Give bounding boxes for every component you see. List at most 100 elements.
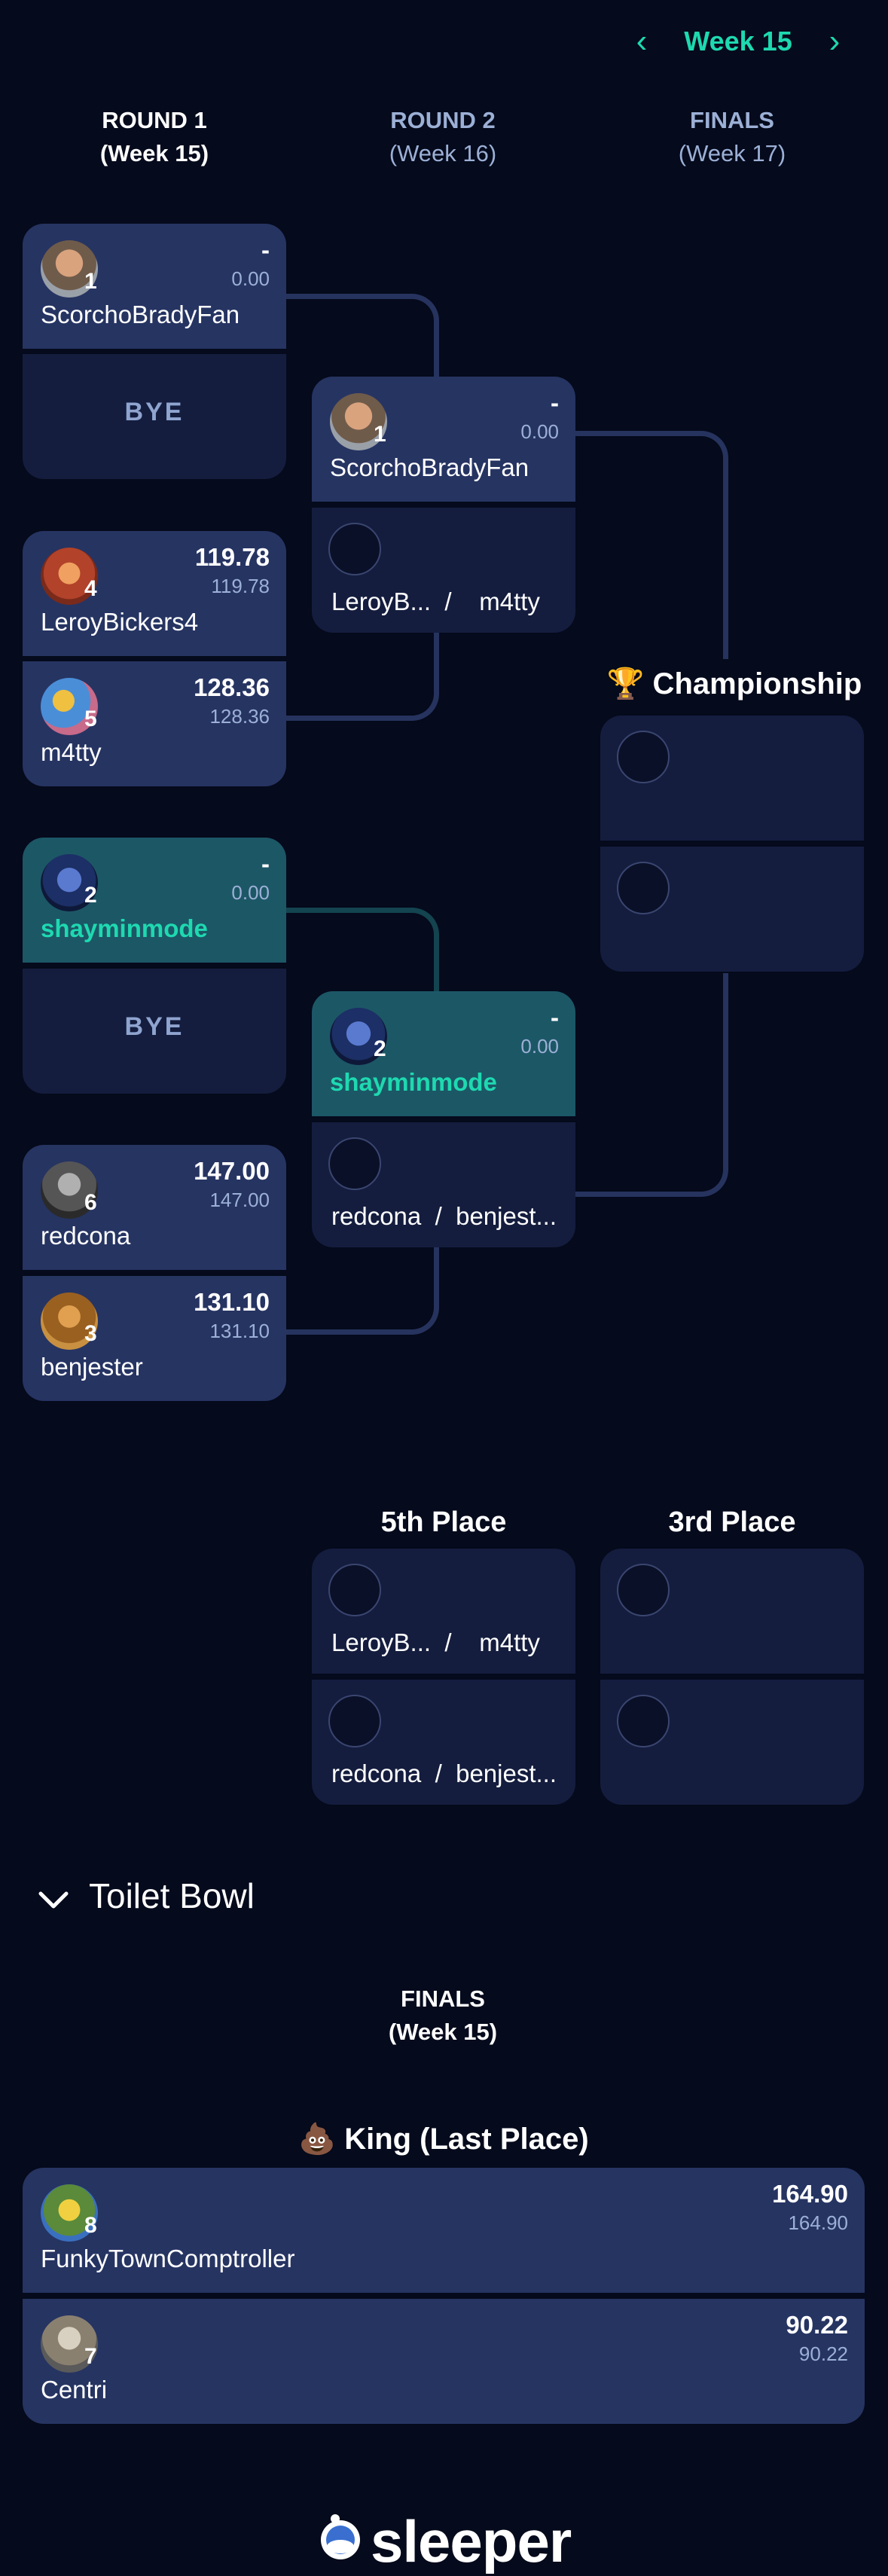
empty-avatar — [328, 523, 381, 575]
round-2-header: ROUND 2 (Week 16) — [330, 104, 556, 170]
sleeper-logo-icon — [319, 2507, 362, 2564]
team-name: m4tty — [41, 738, 102, 766]
empty-avatar — [617, 862, 670, 914]
seed-number: 2 — [374, 1036, 386, 1061]
round-title: FINALS — [401, 1985, 485, 2012]
seed-number: 5 — [84, 707, 97, 731]
projected-score: 147.00 — [209, 1189, 270, 1211]
team-card-highlighted[interactable]: 2 - 0.00 shayminmode — [23, 838, 286, 963]
score: - — [551, 1003, 559, 1031]
team-name: LeroyBickers4 — [41, 608, 199, 636]
projected-score: 0.00 — [520, 420, 559, 443]
round-title: ROUND 1 — [102, 107, 207, 133]
next-week-button[interactable]: › — [821, 21, 848, 62]
team-card[interactable]: 1 - 0.00 ScorchoBradyFan — [23, 224, 286, 349]
finals-header: FINALS (Week 17) — [619, 104, 845, 170]
empty-avatar — [617, 731, 670, 783]
score: - — [261, 236, 270, 264]
score: 119.78 — [194, 543, 270, 571]
projected-score: 119.78 — [211, 575, 270, 597]
team-name: FunkyTownComptroller — [41, 2245, 295, 2272]
bye-label: BYE — [124, 398, 185, 426]
projected-score: 164.90 — [788, 2211, 848, 2234]
team-card[interactable]: 5 128.36 128.36 m4tty — [23, 661, 286, 786]
seed-number: 8 — [84, 2213, 97, 2238]
projected-score: 0.00 — [231, 267, 270, 290]
bye-label: BYE — [124, 1012, 185, 1041]
team-card[interactable]: 7 90.22 90.22 Centri — [23, 2299, 865, 2424]
seed-number: 1 — [374, 422, 386, 447]
team-name: shayminmode — [41, 914, 208, 942]
third-place-slot[interactable] — [600, 1549, 864, 1674]
seed-number: 7 — [84, 2344, 97, 2369]
chevron-down-icon — [38, 1879, 69, 1919]
third-place-title: 3rd Place — [668, 1506, 796, 1538]
score: 164.90 — [772, 2180, 848, 2208]
empty-avatar — [617, 1695, 670, 1747]
score: 147.00 — [194, 1157, 270, 1185]
round-week: (Week 15) — [388, 2019, 498, 2045]
pending-matchup-label: LeroyB... / m4tty — [331, 1628, 540, 1656]
seed-number: 6 — [84, 1190, 97, 1215]
pending-matchup-label: LeroyB... / m4tty — [331, 588, 540, 615]
toilet-round-header: FINALS (Week 15) — [330, 1982, 556, 2049]
empty-avatar — [328, 1695, 381, 1747]
toilet-bowl-toggle[interactable]: Toilet Bowl — [38, 1876, 255, 1919]
pending-slot[interactable]: LeroyB... / m4tty — [312, 508, 575, 633]
fifth-place-slot[interactable]: redcona / benjest... — [312, 1680, 575, 1805]
round-week: (Week 15) — [99, 140, 209, 166]
toilet-bowl-label: Toilet Bowl — [89, 1876, 255, 1915]
fifth-place-slot[interactable]: LeroyB... / m4tty — [312, 1549, 575, 1674]
week-label: Week 15 — [684, 26, 792, 56]
score: 90.22 — [786, 2311, 848, 2339]
team-name: redcona — [41, 1222, 131, 1250]
championship-title: 🏆 Championship — [606, 667, 862, 700]
bracket-connector — [286, 908, 439, 997]
empty-avatar — [328, 1137, 381, 1190]
seed-number: 3 — [84, 1321, 97, 1346]
seed-number: 2 — [84, 883, 97, 908]
projected-score: 131.10 — [209, 1320, 270, 1342]
team-name: shayminmode — [330, 1068, 497, 1096]
round-week: (Week 16) — [389, 140, 497, 166]
bracket-connector — [286, 1247, 439, 1335]
pending-matchup-label: redcona / benjest... — [331, 1202, 557, 1230]
empty-avatar — [328, 1564, 381, 1616]
king-last-place-title: 💩 King (Last Place) — [298, 2123, 589, 2156]
score: 128.36 — [194, 673, 270, 701]
team-name: Centri — [41, 2376, 108, 2404]
team-card[interactable]: 8 164.90 164.90 FunkyTownComptroller — [23, 2168, 865, 2293]
team-name: ScorchoBradyFan — [41, 301, 240, 328]
round-week: (Week 17) — [678, 140, 786, 166]
round-1-header: ROUND 1 (Week 15) — [41, 104, 267, 170]
team-card-highlighted[interactable]: 2 - 0.00 shayminmode — [312, 991, 575, 1116]
score: 131.10 — [194, 1288, 270, 1316]
team-card[interactable]: 3 131.10 131.10 benjester — [23, 1276, 286, 1401]
projected-score: 0.00 — [520, 1035, 559, 1058]
team-card[interactable]: 4 119.78 119.78 LeroyBickers4 — [23, 531, 286, 656]
bracket-connector — [575, 973, 728, 1197]
projected-score: 128.36 — [209, 705, 270, 728]
sleeper-logo-text: sleeper — [371, 2508, 572, 2574]
round-title: ROUND 2 — [390, 107, 496, 133]
pending-slot[interactable]: redcona / benjest... — [312, 1122, 575, 1247]
seed-number: 4 — [84, 576, 97, 601]
bracket-connector — [575, 431, 728, 659]
team-name: benjester — [41, 1353, 143, 1381]
third-place-slot[interactable] — [600, 1680, 864, 1805]
team-name: ScorchoBradyFan — [330, 453, 529, 481]
fifth-place-title: 5th Place — [380, 1506, 507, 1538]
projected-score: 0.00 — [231, 881, 270, 904]
seed-number: 1 — [84, 269, 97, 294]
empty-avatar — [617, 1564, 670, 1616]
championship-slot[interactable] — [600, 716, 864, 841]
bracket-connector — [286, 294, 439, 383]
prev-week-button[interactable]: ‹ — [628, 21, 655, 62]
projected-score: 90.22 — [798, 2343, 848, 2365]
team-card[interactable]: 1 - 0.00 ScorchoBradyFan — [312, 377, 575, 502]
championship-slot[interactable] — [600, 847, 864, 972]
bye-slot: BYE — [23, 354, 286, 479]
score: - — [261, 850, 270, 877]
bye-slot: BYE — [23, 969, 286, 1094]
team-card[interactable]: 6 147.00 147.00 redcona — [23, 1145, 286, 1270]
